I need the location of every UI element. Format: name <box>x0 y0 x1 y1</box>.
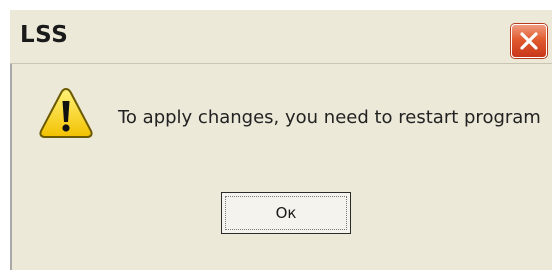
close-icon <box>520 32 538 50</box>
warning-icon <box>39 87 93 138</box>
close-button[interactable] <box>511 24 547 58</box>
ok-button-label: Ок <box>275 204 297 222</box>
title-bar[interactable]: LSS <box>10 10 552 64</box>
window-title: LSS <box>20 22 69 48</box>
dialog-window: LSS To apply changes, you need to restar… <box>0 0 552 270</box>
ok-button[interactable]: Ок <box>221 192 351 234</box>
message-text: To apply changes, you need to restart pr… <box>118 107 541 128</box>
